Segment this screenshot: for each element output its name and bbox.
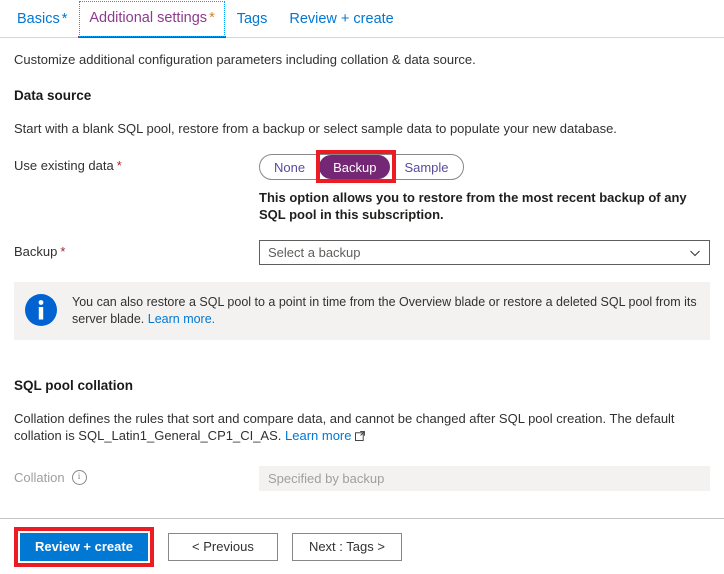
info-banner-text-wrap: You can also restore a SQL pool to a poi… [72, 292, 698, 328]
use-existing-data-toggle-wrap: None Backup Sample [259, 150, 710, 183]
collation-learn-more-link[interactable]: Learn more [285, 428, 351, 443]
backup-row: Backup * Select a backup [14, 240, 710, 265]
next-tags-button[interactable]: Next : Tags > [291, 532, 402, 561]
wizard-tab-strip: Basics * Additional settings * Tags Review… [0, 0, 724, 38]
backup-dropdown-value: Select a backup [268, 245, 361, 260]
collation-heading: SQL pool collation [14, 378, 134, 393]
wizard-footer: Review + create < Previous Next : Tags > [0, 519, 724, 574]
info-icon [25, 294, 57, 326]
use-existing-data-label: Use existing data [14, 158, 114, 173]
info-banner-learn-more-link[interactable]: Learn more. [148, 312, 215, 326]
external-link-icon [354, 431, 365, 441]
page-content: Customize additional configuration param… [0, 51, 724, 491]
tab-tags[interactable]: Tags [226, 0, 279, 38]
backup-required-marker: * [60, 244, 66, 259]
chevron-down-icon [690, 250, 700, 256]
toggle-option-backup[interactable]: Backup [319, 155, 391, 179]
collation-label-wrap: Collation [14, 466, 259, 485]
use-existing-data-help-text: This option allows you to restore from t… [259, 190, 687, 222]
info-icon[interactable] [71, 470, 87, 485]
info-banner: You can also restore a SQL pool to a poi… [14, 282, 710, 340]
collation-description-wrap: Collation defines the rules that sort an… [14, 410, 686, 444]
previous-button[interactable]: < Previous [167, 532, 278, 561]
backup-field: Select a backup [259, 240, 710, 265]
toggle-option-sample[interactable]: Sample [390, 155, 462, 179]
toggle-option-none[interactable]: None [260, 155, 319, 179]
tab-additional-settings-required-marker: * [209, 10, 215, 26]
backup-dropdown[interactable]: Select a backup [259, 240, 710, 265]
tab-basics[interactable]: Basics * [6, 0, 78, 38]
data-source-description: Start with a blank SQL pool, restore fro… [14, 121, 617, 136]
collation-row: Collation Specified by backup [14, 466, 710, 491]
tab-tags-label: Tags [236, 11, 268, 27]
backup-label: Backup [14, 244, 58, 259]
tab-review-create-label: Review + create [289, 11, 394, 27]
use-existing-data-toggle-group[interactable]: None Backup Sample [259, 154, 464, 180]
page-intro-text: Customize additional configuration param… [14, 52, 476, 67]
tab-basics-required-marker: * [61, 11, 68, 27]
collation-input: Specified by backup [259, 466, 710, 491]
tab-review-create[interactable]: Review + create [278, 0, 404, 38]
collation-label: Collation [14, 470, 65, 485]
use-existing-data-row: Use existing data * None Backup Sample T… [14, 150, 710, 223]
collation-field: Specified by backup [259, 466, 710, 491]
use-existing-data-required-marker: * [116, 158, 122, 173]
tab-additional-settings-label: Additional settings [89, 10, 208, 26]
backup-label-wrap: Backup * [14, 240, 259, 259]
collation-value: Specified by backup [268, 471, 385, 486]
annotation-highlight-review-create-button: Review + create [14, 526, 154, 567]
tab-additional-settings[interactable]: Additional settings * [78, 0, 226, 38]
use-existing-data-label-wrap: Use existing data * [14, 154, 259, 173]
use-existing-data-field: None Backup Sample This option allows yo… [259, 150, 710, 223]
tab-basics-label: Basics [17, 11, 60, 27]
review-create-button[interactable]: Review + create [20, 532, 148, 561]
data-source-heading: Data source [14, 88, 92, 103]
